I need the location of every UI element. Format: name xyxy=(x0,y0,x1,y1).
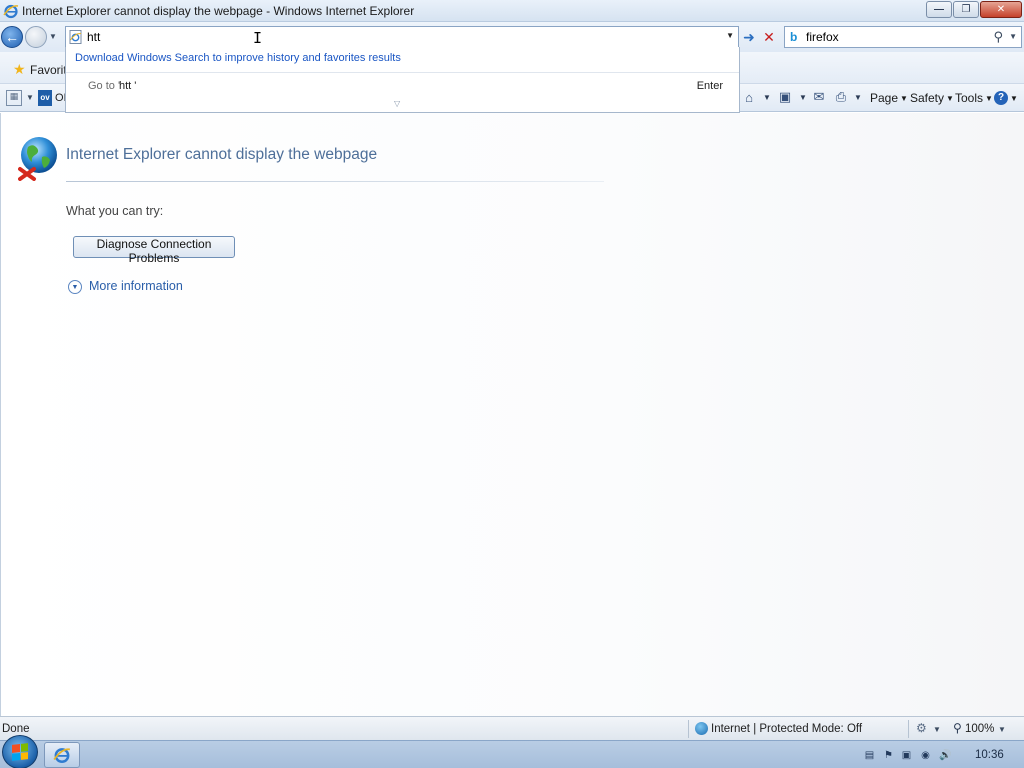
internet-zone-icon xyxy=(695,722,708,735)
error-heading: Internet Explorer cannot display the web… xyxy=(66,146,378,163)
tab-list-dropdown[interactable]: ▼ xyxy=(26,93,34,102)
address-bar[interactable]: ▼ xyxy=(65,26,739,48)
protected-mode-icon[interactable]: ⚙ xyxy=(916,721,927,735)
tab-page-icon: ov xyxy=(38,90,52,106)
title-bar: Internet Explorer cannot display the web… xyxy=(0,0,1024,22)
start-button[interactable] xyxy=(2,735,38,768)
help-icon: ? xyxy=(994,91,1008,105)
tray-document-icon[interactable]: ▤ xyxy=(864,749,875,761)
forward-button[interactable] xyxy=(25,26,47,48)
goto-label[interactable]: Go to ' xyxy=(88,80,120,92)
ie-app-icon xyxy=(53,748,70,763)
bing-icon: b xyxy=(790,30,798,44)
zoom-icon[interactable]: ⚲ xyxy=(953,721,962,735)
close-button[interactable]: ✕ xyxy=(980,1,1022,18)
search-box[interactable]: b ⚲ ▼ xyxy=(784,26,1022,48)
ie-app-icon xyxy=(3,4,19,18)
security-zone-text[interactable]: Internet | Protected Mode: Off xyxy=(711,723,862,735)
search-options-dropdown[interactable]: ▼ xyxy=(1009,32,1017,41)
status-separator xyxy=(908,720,909,738)
page-icon xyxy=(69,30,82,44)
back-arrow-icon: ← xyxy=(5,29,19,45)
home-dropdown[interactable]: ▼ xyxy=(763,93,771,102)
safety-menu-label: Safety xyxy=(910,91,945,105)
home-icon[interactable]: ⌂ xyxy=(741,89,757,105)
enter-hint: Enter xyxy=(696,80,723,92)
status-dropdown[interactable]: ▼ xyxy=(933,725,941,734)
address-dropdown-arrow[interactable]: ▼ xyxy=(726,31,734,40)
go-button[interactable]: ➜ xyxy=(740,29,758,46)
rss-feed-icon[interactable]: ▣ xyxy=(777,89,793,105)
minimize-button[interactable]: — xyxy=(926,1,952,18)
print-dropdown[interactable]: ▼ xyxy=(854,93,862,102)
stop-x-icon: ✕ xyxy=(763,29,775,45)
zoom-level[interactable]: 100% xyxy=(965,723,994,735)
address-autocomplete-dropdown: Download Windows Search to improve histo… xyxy=(65,47,740,113)
expand-more-info-icon[interactable]: ▼ xyxy=(68,280,82,294)
clock[interactable]: 10:36 xyxy=(975,749,1004,761)
more-information-link[interactable]: More information xyxy=(89,279,183,293)
tools-menu[interactable]: Tools ▼ xyxy=(955,90,993,106)
expand-dropdown-icon[interactable]: ▽ xyxy=(394,99,400,108)
search-input[interactable] xyxy=(806,30,986,44)
window-title: Internet Explorer cannot display the web… xyxy=(22,3,415,18)
zoom-dropdown[interactable]: ▼ xyxy=(998,725,1006,734)
back-button[interactable]: ← xyxy=(1,26,23,48)
restore-button[interactable]: ❐ xyxy=(953,1,979,18)
star-icon[interactable]: ★ xyxy=(13,61,26,78)
quick-tabs-button[interactable]: ▦ xyxy=(6,90,22,106)
page-content: Internet Explorer cannot display the web… xyxy=(0,113,1024,716)
feeds-dropdown[interactable]: ▼ xyxy=(799,93,807,102)
page-menu[interactable]: Page ▼ xyxy=(870,90,908,106)
globe-error-icon xyxy=(18,137,57,181)
printer-icon[interactable]: ⎙ xyxy=(833,89,849,105)
address-input[interactable] xyxy=(87,30,687,44)
stop-button[interactable]: ✕ xyxy=(760,29,778,46)
tools-menu-label: Tools xyxy=(955,91,984,105)
text-cursor-icon: I xyxy=(253,29,263,47)
what-you-can-try-label: What you can try: xyxy=(66,204,164,218)
status-separator xyxy=(688,720,689,738)
tray-network-icon[interactable]: ▣ xyxy=(901,749,912,761)
action-center-flag-icon[interactable]: ⚑ xyxy=(883,749,894,761)
recent-pages-dropdown[interactable]: ▼ xyxy=(49,32,57,41)
goto-value[interactable]: htt ' xyxy=(119,80,136,92)
taskbar-ie-button[interactable] xyxy=(44,742,80,768)
volume-icon[interactable]: 🔊 xyxy=(939,749,951,761)
heading-divider xyxy=(66,181,604,182)
taskbar: ▤ ⚑ ▣ ◉ 🔊 10:36 xyxy=(0,735,1024,768)
diagnose-connection-button[interactable]: Diagnose Connection Problems xyxy=(73,236,235,265)
tray-security-icon[interactable]: ◉ xyxy=(920,749,931,761)
go-arrow-icon: ➜ xyxy=(743,29,755,45)
help-menu[interactable]: ? ▼ xyxy=(994,90,1018,106)
status-text: Done xyxy=(2,723,30,735)
dropdown-divider xyxy=(66,72,739,73)
safety-menu[interactable]: Safety ▼ xyxy=(910,90,954,106)
status-bar: Done Internet | Protected Mode: Off ⚙ ▼ … xyxy=(0,716,1024,740)
page-menu-label: Page xyxy=(870,91,899,105)
windows-start-icon xyxy=(12,743,28,761)
windows-search-suggestion-link[interactable]: Download Windows Search to improve histo… xyxy=(75,52,401,64)
mail-icon[interactable]: ✉ xyxy=(811,89,827,105)
magnifier-icon[interactable]: ⚲ xyxy=(993,29,1003,45)
